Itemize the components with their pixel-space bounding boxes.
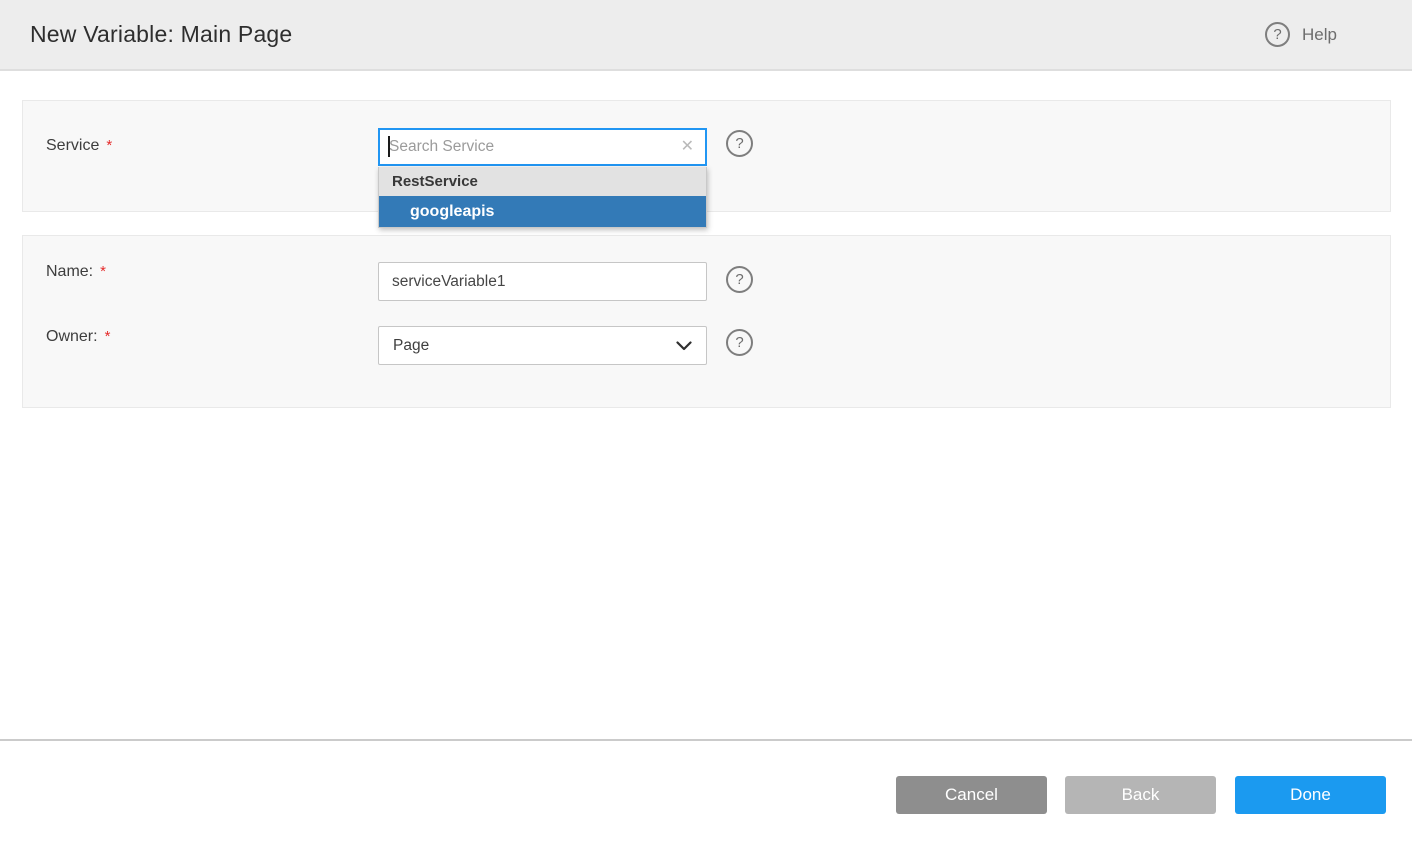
cancel-button[interactable]: Cancel (896, 776, 1047, 814)
back-button[interactable]: Back (1065, 776, 1216, 814)
service-required-asterisk: * (106, 137, 112, 154)
help-link[interactable]: ? Help (1265, 22, 1337, 47)
owner-help-icon[interactable]: ? (726, 329, 753, 356)
dropdown-option-googleapis[interactable]: googleapis (379, 196, 706, 227)
owner-help-icon-glyph: ? (735, 334, 743, 351)
owner-field-label: Owner: * (46, 328, 110, 346)
help-icon: ? (1265, 22, 1290, 47)
service-label-text: Service (46, 137, 99, 154)
name-field-label: Name: * (46, 263, 106, 281)
name-label-text: Name: (46, 263, 93, 280)
page-title: New Variable: Main Page (30, 21, 292, 48)
name-input[interactable] (378, 262, 707, 301)
service-search-box: ✕ (378, 128, 707, 166)
owner-select[interactable]: Page (378, 326, 707, 365)
service-search-input[interactable] (380, 138, 670, 156)
owner-label-text: Owner: (46, 328, 98, 345)
footer-separator (0, 739, 1412, 741)
help-label: Help (1302, 25, 1337, 45)
service-field-label: Service * (46, 137, 112, 155)
clear-icon[interactable]: ✕ (670, 139, 705, 155)
name-help-icon-glyph: ? (735, 271, 743, 288)
help-icon-glyph: ? (1273, 26, 1281, 43)
name-help-icon[interactable]: ? (726, 266, 753, 293)
chevron-down-icon (676, 341, 692, 351)
name-required-asterisk: * (100, 263, 106, 280)
service-help-icon[interactable]: ? (726, 130, 753, 157)
owner-required-asterisk: * (105, 328, 111, 345)
owner-select-value: Page (393, 337, 429, 355)
dropdown-group-restservice[interactable]: RestService (379, 167, 706, 196)
details-panel: Name: * ? Owner: * Page ? (22, 235, 1391, 408)
service-dropdown: RestService googleapis (378, 167, 707, 228)
text-caret (388, 136, 390, 157)
dialog-header: New Variable: Main Page ? Help (0, 0, 1412, 71)
service-panel: Service* ✕ RestService googleapis ? (22, 100, 1391, 212)
service-help-icon-glyph: ? (735, 135, 743, 152)
done-button[interactable]: Done (1235, 776, 1386, 814)
